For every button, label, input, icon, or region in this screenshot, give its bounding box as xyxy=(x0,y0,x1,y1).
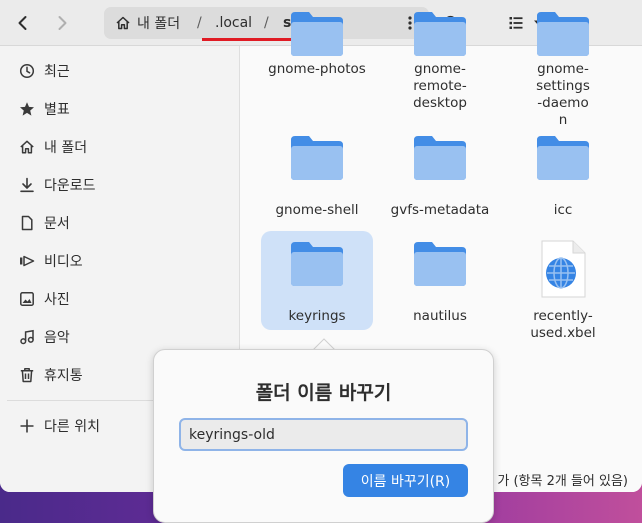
clock-icon xyxy=(19,63,35,79)
sidebar-item-pictures[interactable]: 사진 xyxy=(0,281,240,317)
file-name: gnome-remote-desktop xyxy=(413,61,467,111)
rename-input[interactable] xyxy=(179,418,468,451)
xbel-file-icon xyxy=(539,240,587,304)
folder-icon xyxy=(290,10,344,62)
folder-icon xyxy=(290,240,344,292)
sidebar-item-label: 음악 xyxy=(44,330,70,346)
home-icon xyxy=(20,140,34,154)
path-separator: / xyxy=(197,15,202,31)
dialog-title: 폴더 이름 바꾸기 xyxy=(255,382,392,404)
sidebar-item-label: 내 폴더 xyxy=(44,140,88,156)
list-view-icon xyxy=(509,17,523,29)
back-button[interactable] xyxy=(7,7,39,39)
sidebar-item-label: 다운로드 xyxy=(44,178,96,194)
forward-arrow-icon xyxy=(58,16,67,30)
rename-popover: 폴더 이름 바꾸기 이름 바꾸기(R) xyxy=(153,349,494,523)
sidebar-item-label: 다른 위치 xyxy=(44,419,100,435)
home-icon xyxy=(116,16,130,30)
rename-button[interactable]: 이름 바꾸기(R) xyxy=(343,464,468,497)
path-separator: / xyxy=(264,15,269,31)
sidebar-item-videos[interactable]: 비디오 xyxy=(0,243,240,279)
sidebar-item-recent[interactable]: 최근 xyxy=(0,53,240,89)
folder-item[interactable]: gnome-settings-daemon xyxy=(507,12,619,128)
local-crumb[interactable]: .local xyxy=(215,7,252,39)
sidebar-item-starred[interactable]: 별표 xyxy=(0,91,240,127)
back-arrow-icon xyxy=(18,16,27,30)
file-name: keyrings xyxy=(288,308,346,324)
file-name: icc xyxy=(553,202,573,218)
plus-icon xyxy=(20,419,34,433)
folder-item[interactable]: gnome-photos xyxy=(261,12,373,106)
sidebar-item-label: 문서 xyxy=(44,216,70,232)
sidebar-item-label: 사진 xyxy=(44,292,70,308)
file-name: nautilus xyxy=(413,308,467,324)
folder-icon xyxy=(290,134,344,186)
folder-icon xyxy=(536,10,590,62)
folder-item[interactable]: gvfs-metadata xyxy=(384,134,496,222)
sidebar-item-label: 비디오 xyxy=(44,254,83,270)
file-name: recently-used.xbel xyxy=(530,308,596,341)
sidebar-item-downloads[interactable]: 다운로드 xyxy=(0,167,240,203)
file-item[interactable]: recently-used.xbel xyxy=(507,240,619,350)
folder-item[interactable]: nautilus xyxy=(384,240,496,328)
sidebar-item-label: 휴지통 xyxy=(44,368,83,384)
file-name: gvfs-metadata xyxy=(390,202,490,218)
folder-icon xyxy=(536,134,590,186)
sidebar-item-label: 별표 xyxy=(44,102,70,118)
file-name: gnome-photos xyxy=(268,61,366,77)
folder-item[interactable]: gnome-shell xyxy=(261,134,373,222)
path-bar: 내 폴더 / .local / share xyxy=(104,7,429,39)
forward-button[interactable] xyxy=(46,7,78,39)
folder-icon xyxy=(413,10,467,62)
file-name: gnome-settings-daemon xyxy=(536,61,590,128)
music-icon xyxy=(20,329,34,345)
folder-icon xyxy=(413,240,467,292)
home-crumb-label: 내 폴더 xyxy=(137,16,181,32)
trash-icon xyxy=(20,368,34,383)
folder-item[interactable]: gnome-remote-desktop xyxy=(384,12,496,116)
sidebar-item-label: 최근 xyxy=(44,64,70,80)
download-icon xyxy=(20,177,34,193)
folder-item[interactable]: icc xyxy=(507,134,619,222)
folder-icon xyxy=(413,134,467,186)
status-text: 가 (항목 2개 들어 있음) xyxy=(497,473,628,489)
sidebar-item-home[interactable]: 내 폴더 xyxy=(0,129,240,165)
star-icon xyxy=(20,102,34,116)
document-icon xyxy=(21,215,33,231)
folder-item-selected[interactable]: keyrings xyxy=(261,231,373,330)
sidebar-item-documents[interactable]: 문서 xyxy=(0,205,240,241)
picture-icon xyxy=(20,292,34,306)
status-floating-bar: 가 (항목 2개 들어 있음) xyxy=(497,468,628,490)
file-name: gnome-shell xyxy=(275,202,359,218)
home-crumb[interactable]: 내 폴더 xyxy=(115,7,180,39)
video-icon xyxy=(20,255,35,267)
